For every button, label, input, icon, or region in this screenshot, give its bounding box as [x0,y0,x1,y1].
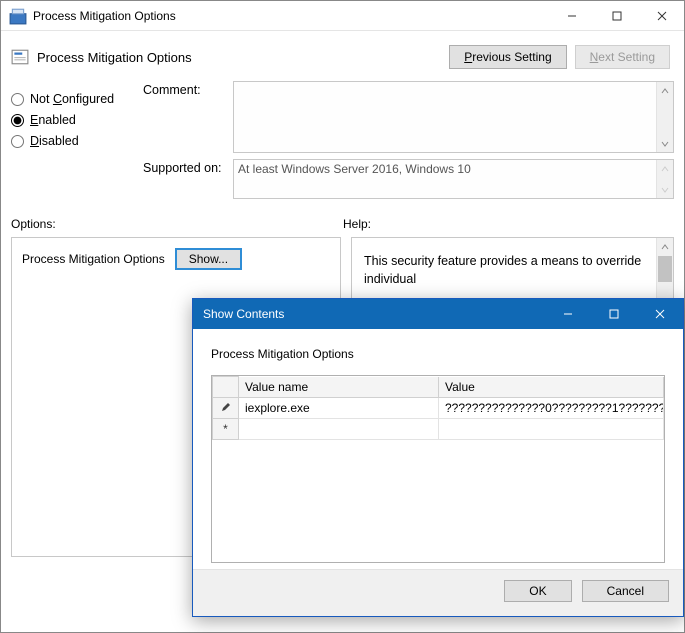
dialog-minimize-button[interactable] [545,299,591,329]
close-button[interactable] [639,1,684,30]
options-label: Options: [11,217,343,231]
scroll-up-icon[interactable] [657,160,673,177]
app-icon [9,7,27,25]
minimize-button[interactable] [549,1,594,30]
radio-enabled[interactable]: Enabled [11,113,121,127]
grid-col-value[interactable]: Value [439,377,664,398]
radio-disabled[interactable]: Disabled [11,134,121,148]
cell-valuename[interactable]: iexplore.exe [239,397,439,418]
help-text: This security feature provides a means t… [364,252,651,288]
comment-scrollbar[interactable] [656,82,673,152]
scrollbar-thumb[interactable] [658,256,672,282]
policy-subtitle: Process Mitigation Options [37,50,449,65]
main-titlebar: Process Mitigation Options [1,1,684,31]
scroll-up-icon[interactable] [657,82,673,99]
window-title: Process Mitigation Options [33,9,549,23]
options-row-label: Process Mitigation Options [22,252,165,266]
supported-scrollbar[interactable] [656,160,673,198]
dialog-section-label: Process Mitigation Options [211,347,665,361]
help-label: Help: [343,217,371,231]
grid-col-valuename[interactable]: Value name [239,377,439,398]
radio-not-configured[interactable]: Not Configured [11,92,121,106]
dialog-maximize-button[interactable] [591,299,637,329]
scroll-down-icon[interactable] [657,181,673,198]
supported-on-text: At least Windows Server 2016, Windows 10 [238,162,471,176]
show-contents-dialog: Show Contents Process Mitigation Options… [192,298,684,617]
scroll-down-icon[interactable] [657,135,673,152]
state-radio-group: Not Configured Enabled Disabled [11,81,121,205]
cell-value-empty[interactable] [439,418,664,439]
cell-value[interactable]: ???????????????0?????????1???????1 [439,397,664,418]
row-edit-icon[interactable] [213,397,239,418]
table-row[interactable]: iexplore.exe ???????????????0?????????1?… [213,397,664,418]
dialog-title: Show Contents [193,307,545,321]
grid-corner-header [213,377,239,398]
row-new-icon[interactable]: * [213,418,239,439]
dialog-footer: OK Cancel [193,569,683,616]
next-setting-button[interactable]: Next Setting [575,45,670,69]
policy-icon [11,48,29,66]
previous-setting-button[interactable]: Previous Setting [449,45,566,69]
maximize-button[interactable] [594,1,639,30]
comment-textarea[interactable] [233,81,674,153]
supported-label: Supported on: [143,159,233,199]
supported-on-box: At least Windows Server 2016, Windows 10 [233,159,674,199]
cancel-button[interactable]: Cancel [582,580,669,602]
values-grid[interactable]: Value name Value iexplore.exe ??????????… [211,375,665,563]
dialog-close-button[interactable] [637,299,683,329]
table-row-new[interactable]: * [213,418,664,439]
comment-label: Comment: [143,81,233,153]
show-button[interactable]: Show... [175,248,242,270]
cell-valuename-empty[interactable] [239,418,439,439]
dialog-titlebar[interactable]: Show Contents [193,299,683,329]
ok-button[interactable]: OK [504,580,571,602]
scroll-up-icon[interactable] [657,238,673,255]
